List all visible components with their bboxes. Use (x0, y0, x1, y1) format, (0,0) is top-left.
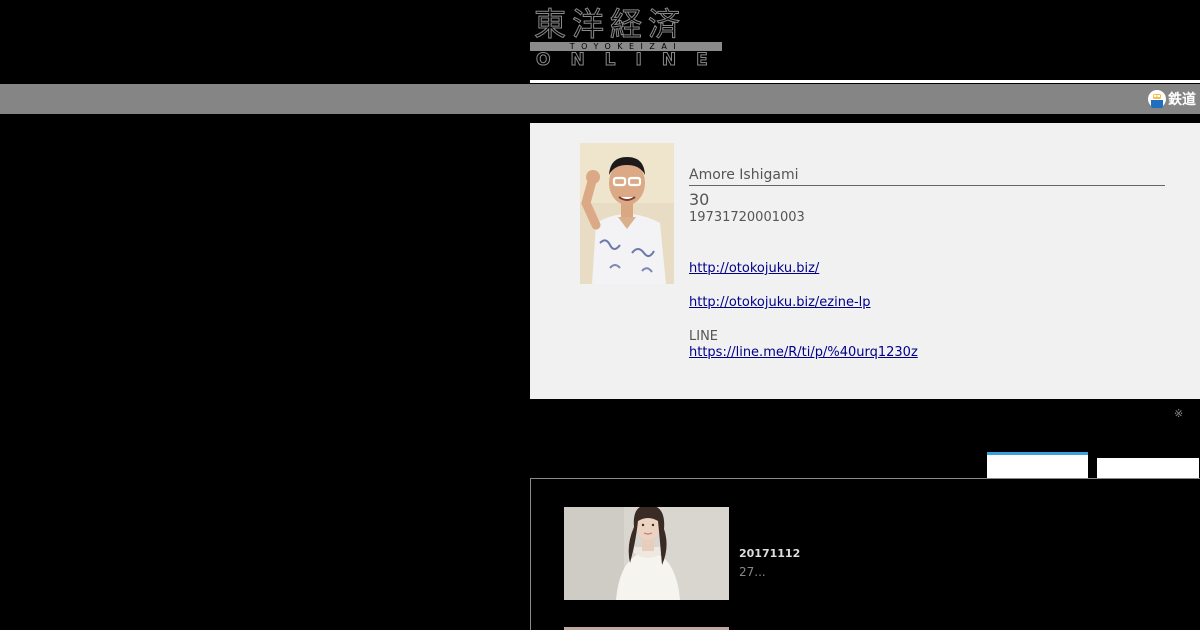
author-line-link[interactable]: https://line.me/R/ti/p/%40urq1230z (689, 345, 1165, 361)
author-photo (580, 143, 674, 284)
nav-item-label: 鉄道 (1168, 92, 1196, 108)
nav-item-railway[interactable]: 鉄道 (1148, 89, 1196, 111)
page: 東洋経済 TOYOKEIZAI ONLINE 鉄道 Amore Ishigami… (0, 0, 1200, 630)
note-mark: ※ (1174, 407, 1184, 420)
tab-1[interactable] (987, 452, 1088, 478)
line-label: LINE (689, 329, 719, 344)
author-name: Amore Ishigami (689, 166, 1165, 186)
author-profile: Amore Ishigami 30 19731720001003 http://… (530, 123, 1200, 399)
author-info: Amore Ishigami 30 19731720001003 http://… (689, 166, 1165, 361)
site-logo[interactable]: 東洋経済 TOYOKEIZAI ONLINE (530, 6, 722, 70)
logo-online: ONLINE (536, 50, 728, 70)
article-date: 20171112 (739, 547, 801, 560)
nav-bar: 鉄道 (0, 84, 1200, 114)
author-website-link[interactable]: http://otokojuku.biz/ (689, 261, 1165, 277)
author-age: 30 (689, 190, 710, 209)
tab-2[interactable] (1097, 458, 1199, 478)
author-ezine-link[interactable]: http://otokojuku.biz/ezine-lp (689, 295, 1165, 311)
header-divider (530, 80, 1200, 83)
logo-kanji: 東洋経済 (534, 5, 687, 43)
list-item[interactable]: 20171112 27... (564, 507, 1184, 601)
author-id-number: 19731720001003 (689, 210, 805, 225)
train-icon (1148, 90, 1166, 111)
article-excerpt: 27... (739, 565, 766, 579)
article-list: 20171112 27... (530, 478, 1200, 630)
article-thumbnail[interactable] (564, 507, 729, 600)
